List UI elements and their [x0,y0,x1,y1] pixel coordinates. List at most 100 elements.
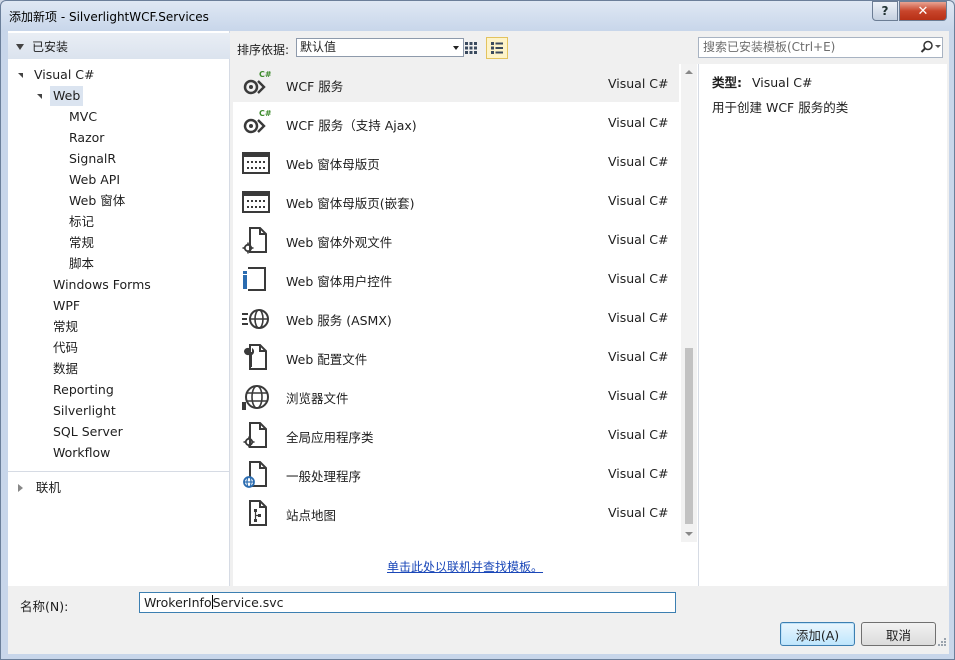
dialog-client: 已安装 Visual C# Web MVC Razor SignalR Web API We… [8,31,949,654]
tree-item[interactable]: Web [37,86,84,106]
template-item-name: 一般处理程序 [286,469,362,484]
title-bar[interactable]: 添加新项 - SilverlightWCF.Services ? ✕ [1,1,954,31]
tree-item-label: SignalR [69,151,117,166]
online-tree-item[interactable]: 联机 [18,478,61,498]
template-item-name: Web 配置文件 [286,352,368,367]
search-placeholder: 搜索已安装模板(Ctrl+E) [703,40,836,54]
scroll-thumb[interactable] [685,348,693,524]
wcf-service-icon: C# [243,70,271,95]
expanded-icon[interactable] [37,94,42,99]
small-icons-view-button[interactable] [460,37,482,59]
name-field[interactable]: WrokerInfoService.svc [139,592,676,613]
tree-item-label: Web API [69,172,121,187]
tree-item-label: 常规 [53,319,79,334]
template-item[interactable]: Web 窗体用户控件 Visual C# [233,259,679,297]
tree-item[interactable]: 常规 [50,317,81,337]
search-input[interactable]: 搜索已安装模板(Ctrl+E) [698,37,943,58]
template-item-name: 全局应用程序类 [286,430,374,445]
tree-item-label: Razor [69,130,105,145]
online-templates-link[interactable]: 单击此处以联机并查找模板。 [387,558,543,575]
tree-item[interactable]: Reporting [50,380,117,400]
template-item[interactable]: Web 窗体母版页 Visual C# [233,142,679,180]
generic-handler-icon [243,461,267,488]
tree-item[interactable]: 常规 [66,233,97,253]
template-item[interactable]: 一般处理程序 Visual C# [233,454,679,492]
cancel-button[interactable]: 取消 [861,622,936,646]
sort-value: 默认值 [300,40,337,54]
template-item[interactable]: 浏览器文件 Visual C# [233,376,679,414]
tree-item[interactable]: Web API [66,170,123,190]
installed-header[interactable]: 已安装 [8,33,230,59]
template-item-language: Visual C# [608,154,669,169]
tree-item[interactable]: Workflow [50,443,113,463]
tree-item[interactable]: Silverlight [50,401,119,421]
installed-label: 已安装 [32,39,69,54]
name-label: 名称(N): [20,599,69,614]
template-item-name: 浏览器文件 [286,391,349,406]
tree-item-label: Web [50,86,84,106]
tree-item[interactable]: 数据 [50,359,81,379]
help-button[interactable]: ? [872,1,898,21]
tree-item[interactable]: 标记 [66,212,97,232]
template-item[interactable]: Web 服务 (ASMX) Visual C# [233,298,679,336]
tree-item[interactable]: WPF [50,296,83,316]
template-item-language: Visual C# [608,466,669,481]
tree-divider [8,471,230,472]
template-item-name: Web 服务 (ASMX) [286,313,392,328]
help-icon: ? [881,4,889,18]
template-item-name: WCF 服务（支持 Ajax) [286,118,417,133]
cancel-button-label: 取消 [885,627,911,643]
type-line: 类型: Visual C# [712,72,813,91]
template-item[interactable]: Web 窗体母版页(嵌套) Visual C# [233,181,679,219]
close-button[interactable]: ✕ [899,1,947,21]
tree-item-label: Silverlight [53,403,116,418]
template-item-language: Visual C# [608,115,669,130]
template-item[interactable]: Web 窗体外观文件 Visual C# [233,220,679,258]
tree-item[interactable]: SignalR [66,149,119,169]
tree-item[interactable]: Windows Forms [50,275,154,295]
template-item[interactable]: C# WCF 服务 Visual C# [233,64,679,102]
search-icon [920,40,934,54]
tree-item-label: Workflow [53,445,111,460]
collapse-icon [16,39,24,53]
template-item-language: Visual C# [608,76,669,91]
tree-item[interactable]: 脚本 [66,254,97,274]
svg-text:C#: C# [259,109,271,118]
add-button[interactable]: 添加(A) [780,622,855,646]
master-page-icon [242,152,270,174]
template-item-language: Visual C# [608,271,669,286]
template-item[interactable]: 全局应用程序类 Visual C# [233,415,679,453]
template-item[interactable]: 站点地图 Visual C# [233,493,679,531]
template-item[interactable]: Web 配置文件 Visual C# [233,337,679,375]
tree-item[interactable]: Visual C# [18,65,98,85]
template-item-name: Web 窗体母版页(嵌套) [286,196,415,211]
expanded-icon[interactable] [18,73,23,78]
template-item-language: Visual C# [608,349,669,364]
scroll-up-icon[interactable] [685,70,693,74]
tree-item[interactable]: Razor [66,128,107,148]
expand-icon [18,484,23,492]
tree-item[interactable]: MVC [66,107,100,127]
type-value: Visual C# [752,75,813,90]
template-list-scrollbar[interactable] [681,64,697,542]
template-item-language: Visual C# [608,193,669,208]
add-button-label: 添加(A) [795,627,840,643]
sort-dropdown[interactable]: 默认值 [296,38,464,57]
skin-file-icon [242,227,267,254]
chevron-down-icon [453,46,459,50]
tree-item[interactable]: Web 窗体 [66,191,128,211]
template-item[interactable]: C# WCF 服务（支持 Ajax) Visual C# [233,103,679,141]
list-view-button[interactable] [486,37,508,59]
tree-item-label: 常规 [69,235,95,250]
details-pane: 类型: Visual C# 用于创建 WCF 服务的类 [698,64,947,586]
svg-text:C#: C# [259,70,271,79]
resize-grip-icon[interactable] [935,637,947,649]
tree-item-label: MVC [69,109,98,124]
tree-item-label: Reporting [53,382,114,397]
tree-item[interactable]: SQL Server [50,422,126,442]
tree-item-label: 代码 [53,340,79,355]
tree-item-label: WPF [53,298,81,313]
tree-item[interactable]: 代码 [50,338,81,358]
grid-view-icon [465,42,477,54]
scroll-down-icon[interactable] [685,532,693,536]
